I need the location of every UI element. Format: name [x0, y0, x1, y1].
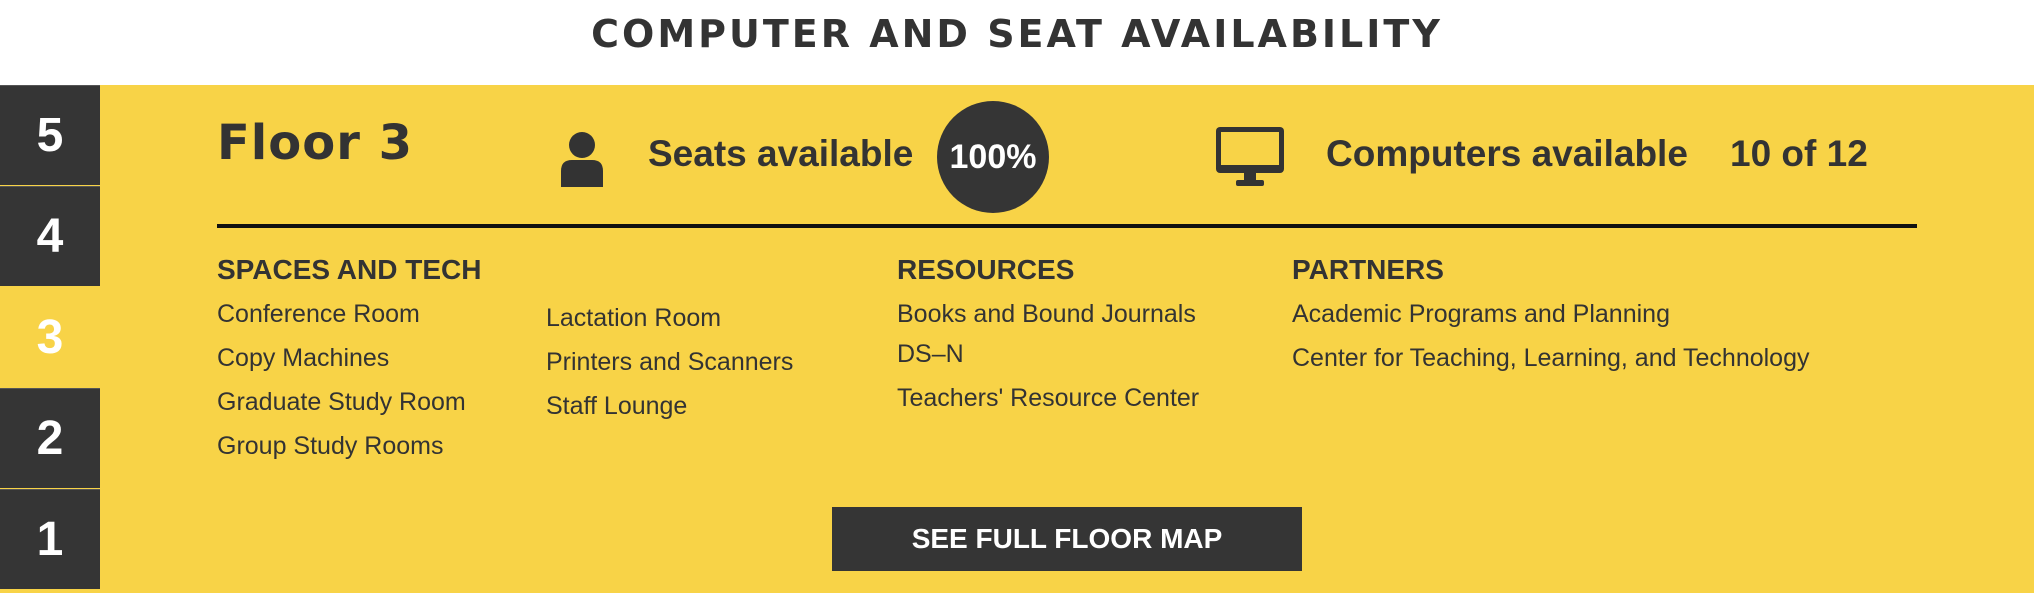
- partners-list: Academic Programs and Planning Center fo…: [1292, 292, 1810, 380]
- floor-panel: 5 4 3 2 1 Floor 3 Seats available 100% C…: [0, 85, 2034, 593]
- seats-label: Seats available: [648, 133, 914, 174]
- floor-tab-4[interactable]: 4: [0, 186, 100, 286]
- list-item[interactable]: DS–N: [897, 332, 1199, 376]
- list-item[interactable]: Printers and Scanners: [546, 340, 793, 384]
- floor-nav: 5 4 3 2 1: [0, 85, 100, 593]
- floor-tab-2[interactable]: 2: [0, 388, 100, 488]
- list-item[interactable]: Lactation Room: [546, 296, 793, 340]
- spaces-heading: SPACES AND TECH: [217, 254, 482, 285]
- list-item[interactable]: Center for Teaching, Learning, and Techn…: [1292, 336, 1810, 380]
- list-item[interactable]: Academic Programs and Planning: [1292, 292, 1810, 336]
- list-item[interactable]: Staff Lounge: [546, 384, 793, 428]
- list-item[interactable]: Conference Room: [217, 292, 466, 336]
- floor-tab-3[interactable]: 3: [0, 287, 100, 387]
- floor-tab-1[interactable]: 1: [0, 489, 100, 589]
- resources-list: Books and Bound Journals DS–N Teachers' …: [897, 292, 1199, 420]
- partners-heading: PARTNERS: [1292, 254, 1444, 285]
- computers-count: 10 of 12: [1730, 133, 1868, 174]
- section-divider: [217, 224, 1917, 228]
- floor-tab-5[interactable]: 5: [0, 85, 100, 185]
- list-item[interactable]: Graduate Study Room: [217, 380, 466, 424]
- spaces-list-col2: Lactation Room Printers and Scanners Sta…: [546, 296, 793, 428]
- monitor-icon: [1216, 127, 1284, 186]
- computers-label: Computers available: [1326, 133, 1688, 174]
- list-item[interactable]: Teachers' Resource Center: [897, 376, 1199, 420]
- floor-heading: Floor 3: [217, 115, 413, 171]
- seats-percentage-badge: 100%: [937, 101, 1049, 213]
- list-item[interactable]: Copy Machines: [217, 336, 466, 380]
- list-item[interactable]: Group Study Rooms: [217, 424, 466, 468]
- list-item[interactable]: Books and Bound Journals: [897, 292, 1199, 332]
- person-icon: [561, 132, 603, 187]
- spaces-list-col1: Conference Room Copy Machines Graduate S…: [217, 292, 466, 468]
- see-full-floor-map-button[interactable]: SEE FULL FLOOR MAP: [832, 507, 1302, 571]
- resources-heading: RESOURCES: [897, 254, 1075, 285]
- page-title: COMPUTER AND SEAT AVAILABILITY: [591, 12, 1443, 56]
